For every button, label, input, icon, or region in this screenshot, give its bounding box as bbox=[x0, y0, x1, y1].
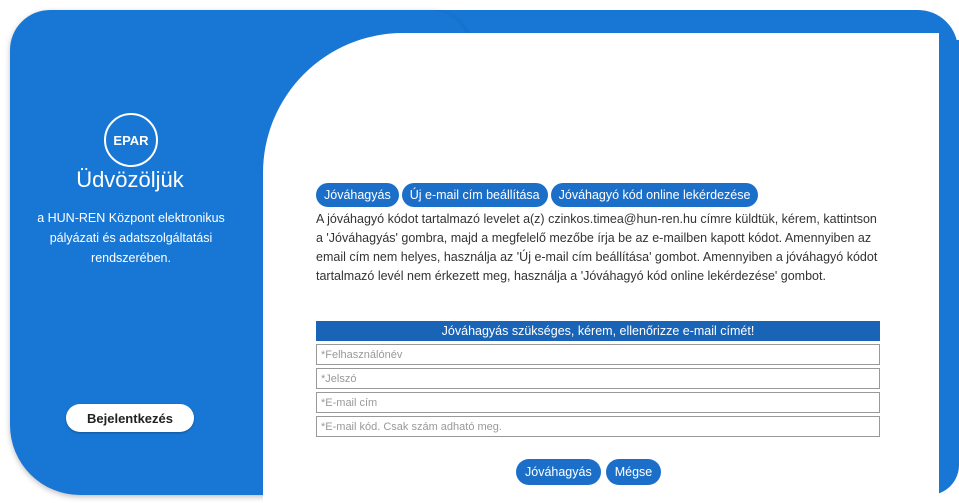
login-button[interactable]: Bejelentkezés bbox=[66, 404, 194, 432]
approval-form bbox=[316, 344, 880, 440]
intro-text: a HUN-REN Központ elektronikus pályázati… bbox=[37, 211, 225, 265]
email-input[interactable] bbox=[316, 392, 880, 413]
approve-button[interactable]: Jóváhagyás bbox=[516, 459, 601, 485]
cancel-button[interactable]: Mégse bbox=[605, 459, 662, 485]
password-input[interactable] bbox=[316, 368, 880, 389]
tab-approve[interactable]: Jóváhagyás bbox=[316, 183, 399, 207]
card-edge bbox=[899, 33, 939, 503]
username-input[interactable] bbox=[316, 344, 880, 365]
email-code-input[interactable] bbox=[316, 416, 880, 437]
notice-text: A jóváhagyó kódot tartalmazó levelet a(z… bbox=[316, 212, 878, 283]
action-tabs: Jóváhagyás Új e-mail cím beállítása Jóvá… bbox=[316, 183, 759, 207]
page-shell: EPAR Üdvözöljük a HUN-REN Központ elektr… bbox=[0, 10, 959, 503]
form-actions: Jóváhagyás Mégse bbox=[516, 459, 662, 485]
epar-logo: EPAR bbox=[104, 113, 158, 167]
welcome-title: Üdvözöljük bbox=[76, 167, 184, 192]
tab-new-email[interactable]: Új e-mail cím beállítása bbox=[401, 183, 548, 207]
tab-code-lookup[interactable]: Jóváhagyó kód online lekérdezése bbox=[550, 183, 759, 207]
alert-bar: Jóváhagyás szükséges, kérem, ellenőrizze… bbox=[316, 321, 880, 341]
